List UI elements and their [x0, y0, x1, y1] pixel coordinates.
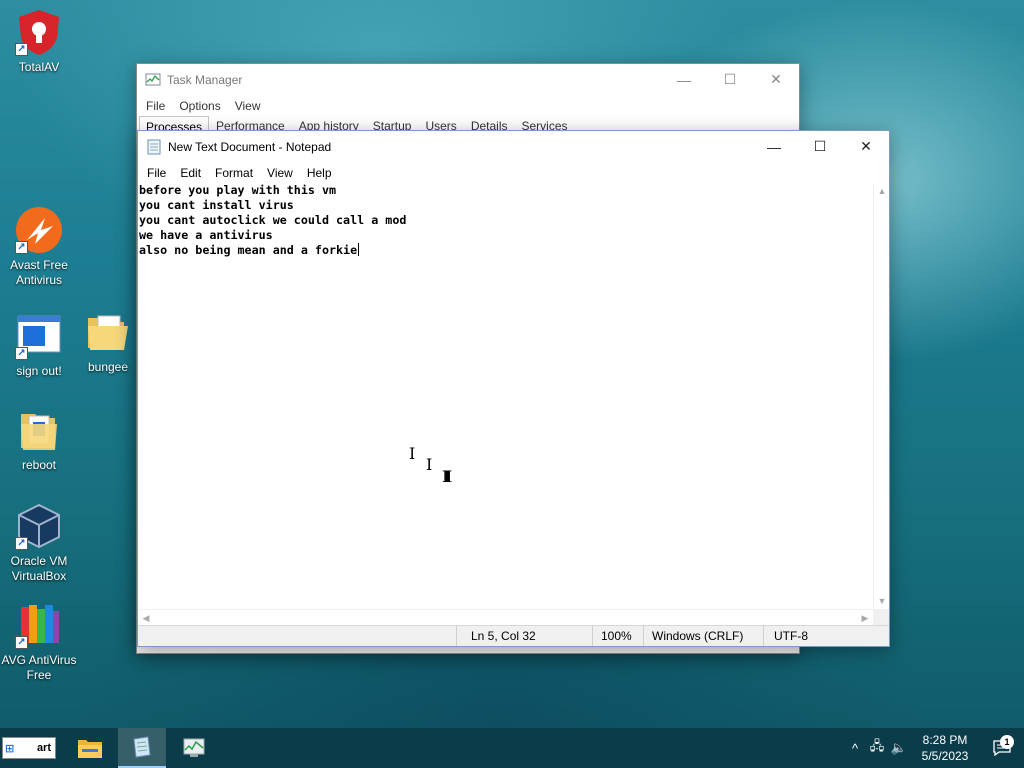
menu-help[interactable]: Help — [300, 166, 339, 180]
desktop-icon-label: reboot — [21, 458, 57, 472]
desktop-icon-avast[interactable]: ↗ Avast Free Antivirus — [0, 206, 78, 288]
desktop-icon-bungee[interactable]: bungee — [78, 308, 138, 375]
task-manager-title: Task Manager — [167, 72, 243, 87]
menu-view[interactable]: View — [228, 99, 268, 113]
start-button[interactable]: ⊞ art — [2, 737, 56, 759]
desktop-icon-label: bungee — [87, 360, 129, 374]
minimize-button[interactable]: — — [661, 64, 707, 95]
shortcut-arrow-icon: ↗ — [15, 537, 28, 550]
folder-icon — [88, 315, 128, 350]
desktop-icon-label: TotalAV — [18, 60, 60, 74]
menu-view[interactable]: View — [260, 166, 300, 180]
menu-file[interactable]: File — [140, 166, 173, 180]
close-button[interactable]: ✕ — [753, 64, 799, 95]
network-icon[interactable]: 🖧 — [866, 737, 888, 759]
notepad-title: New Text Document - Notepad — [168, 139, 332, 154]
taskbar: ⊞ art ^ 🖧 🔈 8:28 PM 5/5/2023 1 — [0, 728, 1024, 768]
system-tray: ^ 🖧 🔈 8:28 PM 5/5/2023 1 — [844, 728, 1024, 768]
maximize-button[interactable]: ☐ — [707, 64, 753, 95]
file-explorer-icon — [78, 740, 102, 758]
desktop-icon-label: AVG AntiVirus Free — [1, 653, 77, 682]
notification-badge: 1 — [1000, 735, 1014, 749]
windows-logo-icon: ⊞ — [5, 742, 15, 755]
menu-format[interactable]: Format — [208, 166, 260, 180]
text-line-last: also no being mean and a forkie — [138, 243, 873, 258]
action-center-button[interactable]: 1 — [980, 735, 1024, 756]
menu-file[interactable]: File — [139, 99, 172, 113]
status-line-ending: Windows (CRLF) — [643, 626, 763, 646]
notepad-titlebar[interactable]: New Text Document - Notepad — ☐ ✕ — [138, 131, 889, 162]
task-manager-titlebar[interactable]: Task Manager — ☐ ✕ — [137, 64, 799, 95]
taskbar-task-manager[interactable] — [170, 728, 218, 768]
text-line: you cant install virus — [139, 198, 294, 212]
status-bar: Ln 5, Col 32 100% Windows (CRLF) UTF-8 — [138, 625, 889, 646]
scroll-left-icon[interactable]: ◀ — [138, 610, 154, 626]
desktop-icon-reboot[interactable]: reboot — [0, 406, 78, 473]
desktop-icon-label: sign out! — [16, 364, 62, 378]
menu-options[interactable]: Options — [172, 99, 227, 113]
text-editor-area[interactable]: before you play with this vm you cant in… — [138, 183, 873, 609]
taskbar-file-explorer[interactable] — [66, 728, 114, 768]
text-line: you cant autoclick we could call a mod — [139, 213, 407, 227]
desktop-icon-label: Oracle VM VirtualBox — [10, 554, 68, 583]
clock-time: 8:28 PM — [922, 733, 968, 747]
scroll-right-icon[interactable]: ▶ — [857, 610, 873, 626]
close-button[interactable]: ✕ — [843, 131, 889, 162]
scroll-up-icon[interactable]: ▲ — [874, 183, 890, 199]
desktop-icon-totalav[interactable]: ↗ TotalAV — [0, 8, 78, 75]
shortcut-arrow-icon: ↗ — [15, 347, 28, 360]
text-line: also no being mean and a forkie — [139, 243, 358, 257]
shortcut-arrow-icon: ↗ — [15, 636, 28, 649]
text-line: before you play with this vm — [139, 183, 337, 197]
notepad-window[interactable]: New Text Document - Notepad — ☐ ✕ File E… — [137, 130, 890, 647]
task-manager-menubar: File Options View — [137, 95, 799, 117]
horizontal-scrollbar[interactable]: ◀ ▶ — [138, 609, 873, 625]
task-manager-icon — [145, 73, 161, 85]
notepad-icon — [133, 736, 151, 758]
folder-icon — [21, 414, 57, 450]
taskbar-notepad[interactable] — [118, 728, 166, 768]
desktop-icon-label: Avast Free Antivirus — [10, 258, 68, 287]
desktop-icon-avg[interactable]: ↗ AVG AntiVirus Free — [0, 601, 78, 683]
desktop-icon-virtualbox[interactable]: ↗ Oracle VM VirtualBox — [0, 502, 78, 584]
scroll-down-icon[interactable]: ▼ — [874, 593, 890, 609]
notepad-menubar: File Edit Format View Help — [138, 162, 889, 184]
text-line: we have a antivirus — [139, 228, 273, 242]
menu-edit[interactable]: Edit — [173, 166, 208, 180]
ibeam-cursor-icon: IIII — [442, 467, 453, 486]
clock-date: 5/5/2023 — [921, 749, 969, 763]
tray-chevron-up-icon[interactable]: ^ — [844, 741, 866, 756]
start-label: art — [36, 742, 51, 754]
status-encoding: UTF-8 — [763, 626, 889, 646]
desktop-icon-sign-out[interactable]: ↗ sign out! — [0, 312, 78, 379]
ibeam-cursor-icon: I — [426, 455, 433, 474]
ibeam-cursor-icon: I — [409, 444, 416, 463]
volume-icon[interactable]: 🔈 — [888, 740, 910, 756]
shortcut-arrow-icon: ↗ — [15, 43, 28, 56]
task-manager-icon — [183, 738, 205, 757]
status-position: Ln 5, Col 32 — [456, 626, 592, 646]
vertical-scrollbar[interactable]: ▲ ▼ — [873, 183, 889, 609]
notepad-icon — [147, 139, 161, 154]
status-zoom: 100% — [592, 626, 643, 646]
maximize-button[interactable]: ☐ — [797, 131, 843, 162]
minimize-button[interactable]: — — [751, 131, 797, 162]
scrollbar-corner — [873, 609, 889, 625]
text-caret — [358, 243, 360, 256]
shortcut-arrow-icon: ↗ — [15, 241, 28, 254]
clock[interactable]: 8:28 PM 5/5/2023 — [910, 732, 980, 764]
